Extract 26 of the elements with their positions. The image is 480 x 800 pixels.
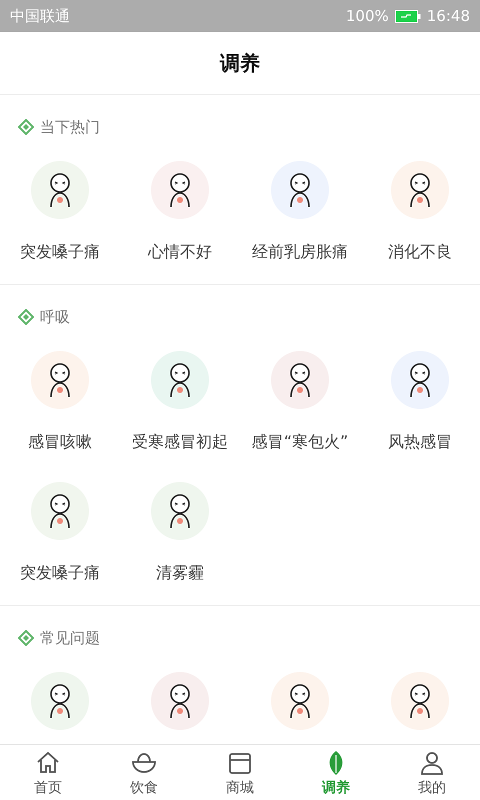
symptom-label[interactable]: 心情不好 (148, 242, 212, 262)
nav-tab[interactable]: 饮食 (96, 745, 192, 800)
symptom-label[interactable]: 受寒感冒初起 (132, 432, 228, 452)
nav-tab[interactable]: 我的 (384, 745, 480, 800)
section-title: 当下热门 (40, 118, 100, 136)
carrier-name: 中国联通 (10, 6, 70, 26)
symptom-label[interactable]: 风热感冒 (388, 432, 452, 452)
diamond-icon (18, 630, 34, 646)
symptom-label[interactable]: 经前乳房胀痛 (252, 242, 348, 262)
nav-tab[interactable]: 首页 (0, 745, 96, 800)
nav-tab[interactable]: 商城 (192, 745, 288, 800)
symptom-label[interactable]: 突发嗓子痛 (20, 242, 100, 262)
battery-percent: 100% (346, 7, 389, 25)
section-title: 呼吸 (40, 308, 70, 326)
diamond-icon (18, 309, 34, 325)
symptom-label[interactable]: 感冒“寒包火” (252, 432, 348, 452)
symptom-label[interactable]: 清雾霾 (156, 563, 204, 583)
page-title: 调养 (220, 50, 260, 76)
battery-icon (394, 10, 421, 22)
diamond-icon (18, 119, 34, 135)
clock-time: 16:48 (426, 7, 470, 25)
nav-tab[interactable]: 调养 (288, 745, 384, 800)
section-title: 常见问题 (40, 628, 100, 648)
symptom-label[interactable]: 消化不良 (388, 242, 452, 262)
symptom-label[interactable]: 突发嗓子痛 (20, 563, 100, 583)
symptom-label[interactable]: 感冒咳嗽 (28, 432, 92, 452)
